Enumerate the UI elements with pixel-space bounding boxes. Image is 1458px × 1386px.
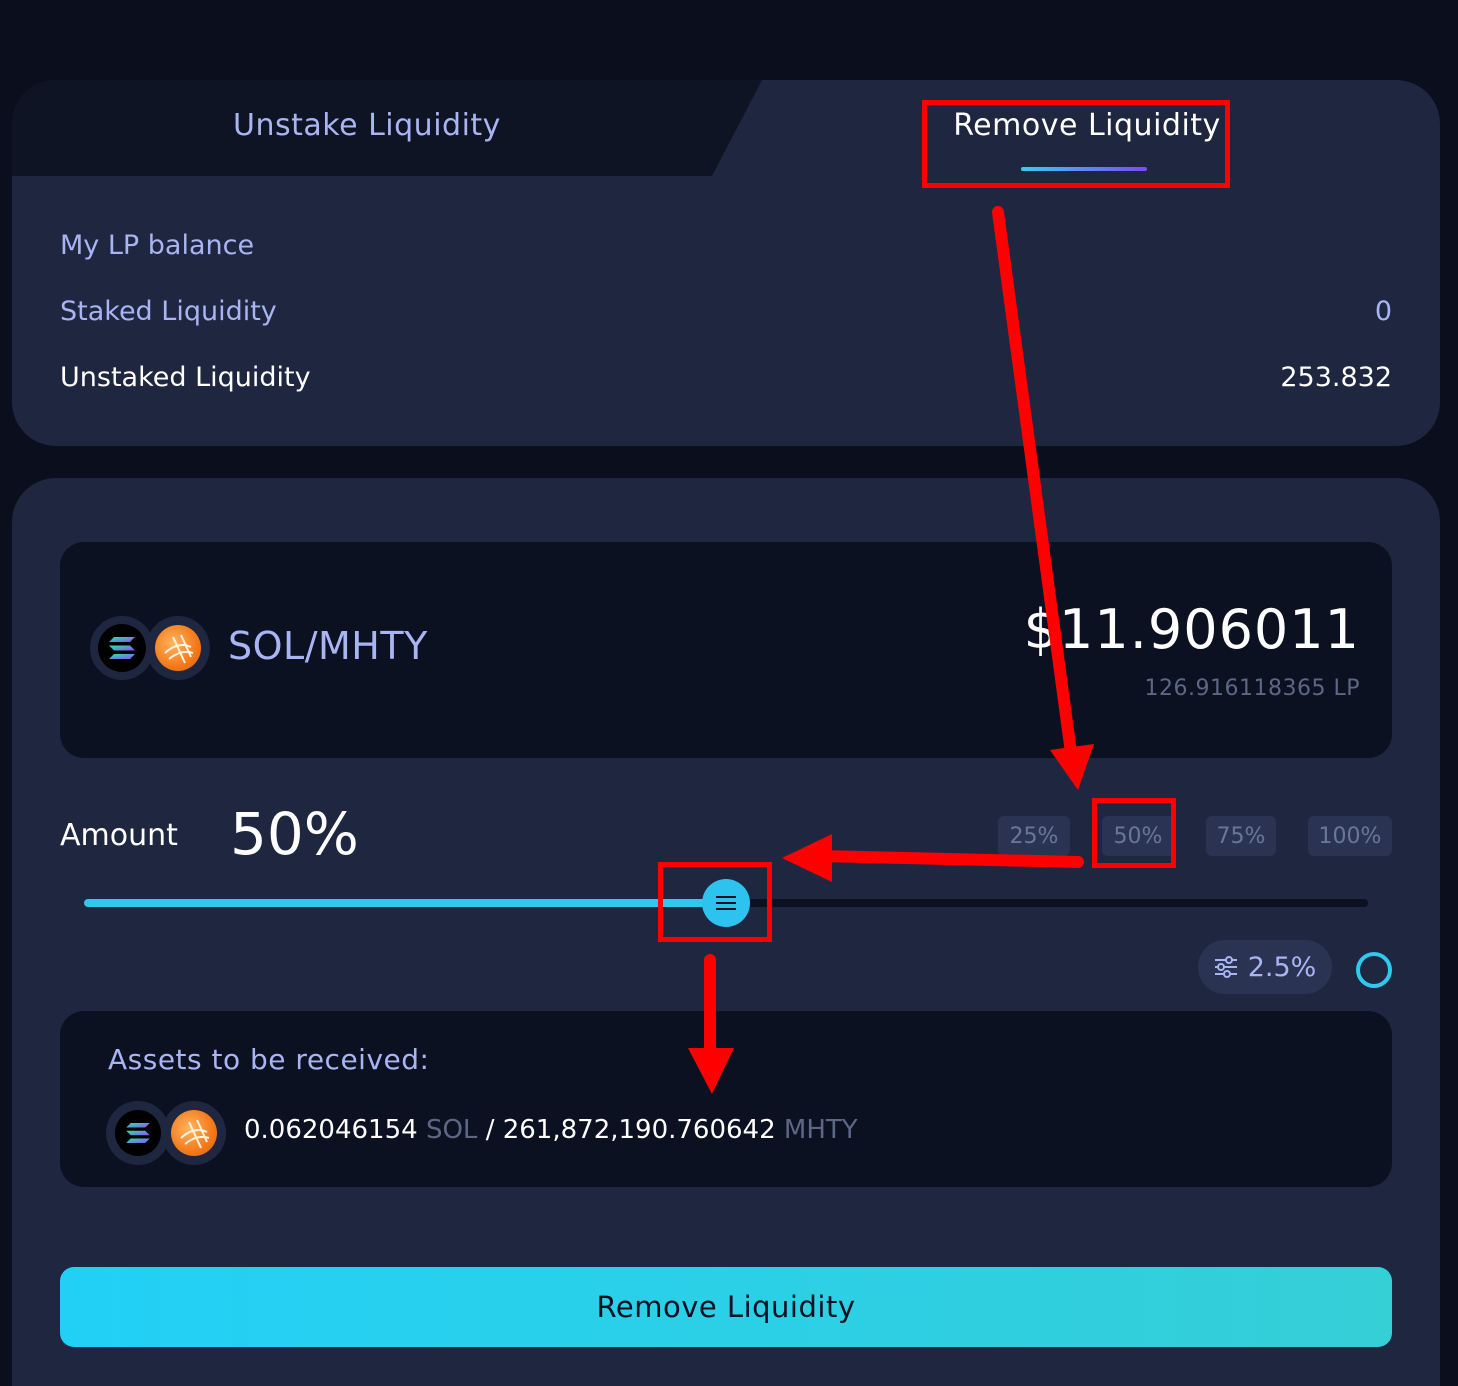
preset-50-button[interactable]: 50%	[1102, 816, 1174, 856]
sol-amount: 0.062046154	[244, 1115, 418, 1145]
pool-pair-name: SOL/MHTY	[228, 624, 428, 668]
unstaked-liquidity-label: Unstaked Liquidity	[60, 362, 311, 393]
slippage-settings-button[interactable]: 2.5%	[1198, 940, 1332, 994]
mhty-icon	[162, 1101, 226, 1165]
assets-token-icons	[106, 1101, 226, 1165]
staked-liquidity-row: Staked Liquidity 0	[60, 296, 1392, 327]
sol-unit: SOL	[425, 1115, 478, 1145]
remove-liquidity-button[interactable]: Remove Liquidity	[60, 1267, 1392, 1347]
pool-summary: SOL/MHTY $11.906011 126.916118365 LP	[60, 542, 1392, 758]
remove-liquidity-card: SOL/MHTY $11.906011 126.916118365 LP Amo…	[12, 478, 1440, 1386]
assets-amounts: 0.062046154 SOL / 261,872,190.760642 MHT…	[244, 1115, 858, 1145]
slippage-value: 2.5%	[1247, 951, 1317, 983]
unstaked-liquidity-value: 253.832	[1280, 362, 1392, 393]
preset-25-button[interactable]: 25%	[998, 816, 1070, 856]
lp-balance-heading-row: My LP balance	[60, 230, 1392, 261]
mhty-amount: 261,872,190.760642	[502, 1115, 776, 1145]
solana-icon	[106, 1101, 170, 1165]
preset-100-button[interactable]: 100%	[1308, 816, 1392, 856]
refresh-icon[interactable]	[1356, 952, 1392, 988]
active-tab-indicator	[1021, 167, 1147, 171]
sliders-icon	[1214, 956, 1237, 978]
assets-to-receive: Assets to be received: 0.062046154 SOL /…	[60, 1011, 1392, 1187]
pool-lp-amount: 126.916118365 LP	[1144, 676, 1360, 701]
pool-usd-value: $11.906011	[1023, 598, 1360, 661]
lp-balance-heading: My LP balance	[60, 230, 255, 261]
tab-remove-liquidity[interactable]: Remove Liquidity	[932, 108, 1242, 143]
amount-label: Amount	[60, 818, 178, 853]
mhty-unit: MHTY	[783, 1115, 858, 1145]
mhty-icon	[146, 616, 210, 680]
amount-slider-fill	[84, 899, 726, 907]
assets-title: Assets to be received:	[108, 1043, 430, 1076]
drag-handle-icon	[716, 896, 736, 910]
solana-icon	[90, 616, 154, 680]
token-pair-icons	[90, 616, 210, 680]
lp-balance-card: Unstake Liquidity Remove Liquidity My LP…	[12, 80, 1440, 446]
unstaked-liquidity-row: Unstaked Liquidity 253.832	[60, 362, 1392, 393]
amount-percent: 50%	[230, 800, 359, 868]
assets-separator: /	[485, 1115, 495, 1145]
amount-slider-thumb[interactable]	[702, 879, 750, 927]
remove-liquidity-page: Unstake Liquidity Remove Liquidity My LP…	[0, 0, 1458, 1386]
tab-unstake-liquidity[interactable]: Unstake Liquidity	[12, 108, 722, 143]
staked-liquidity-label: Staked Liquidity	[60, 296, 277, 327]
preset-75-button[interactable]: 75%	[1206, 816, 1276, 856]
staked-liquidity-value: 0	[1374, 296, 1392, 327]
